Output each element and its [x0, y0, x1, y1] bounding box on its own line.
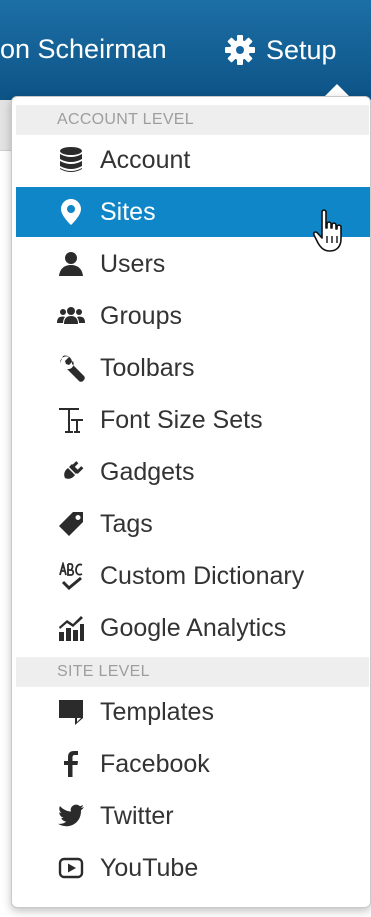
menu-item-toolbars[interactable]: Toolbars — [16, 343, 370, 393]
hand-cursor-icon — [312, 209, 342, 252]
map-marker-icon — [56, 197, 86, 227]
menu-item-label: Font Size Sets — [100, 405, 263, 434]
account-level-header: ACCOUNT LEVEL — [16, 105, 369, 135]
menu-item-custom-dictionary[interactable]: Custom Dictionary — [16, 551, 370, 601]
facebook-icon — [56, 749, 86, 779]
menu-item-label: Toolbars — [100, 353, 195, 382]
menu-item-label: Account — [100, 145, 191, 174]
twitter-icon — [56, 801, 86, 831]
user-name-link[interactable]: on Scheirman — [0, 32, 167, 66]
menu-item-gadgets[interactable]: Gadgets — [16, 447, 370, 497]
spellcheck-icon — [56, 561, 86, 591]
gear-icon — [225, 35, 255, 65]
menu-item-label: Google Analytics — [100, 613, 287, 642]
plug-icon — [56, 457, 86, 487]
tag-icon — [56, 509, 86, 539]
menu-item-font-size-sets[interactable]: Font Size Sets — [16, 395, 370, 445]
menu-item-templates[interactable]: Templates — [16, 687, 370, 737]
menu-item-label: Groups — [100, 301, 182, 330]
menu-item-account[interactable]: Account — [16, 135, 370, 185]
wrench-icon — [56, 353, 86, 383]
setup-button[interactable]: Setup — [224, 30, 337, 70]
menu-item-label: Users — [100, 249, 166, 278]
users-icon — [56, 301, 86, 331]
setup-label: Setup — [266, 34, 337, 65]
menu-item-label: Twitter — [100, 801, 174, 830]
site-level-header: SITE LEVEL — [16, 657, 369, 687]
analytics-icon — [56, 613, 86, 643]
menu-item-label: Facebook — [100, 749, 210, 778]
user-icon — [56, 249, 86, 279]
database-icon — [56, 145, 86, 175]
menu-item-groups[interactable]: Groups — [16, 291, 370, 341]
menu-item-label: YouTube — [100, 853, 199, 882]
top-navigation-bar: on Scheirman Setup — [0, 0, 371, 100]
menu-item-youtube[interactable]: YouTube — [16, 843, 370, 893]
menu-item-label: Gadgets — [100, 457, 195, 486]
menu-item-label: Sites — [100, 197, 156, 226]
menu-item-label: Tags — [100, 509, 153, 538]
templates-icon — [56, 697, 86, 727]
youtube-icon — [56, 853, 86, 883]
menu-item-tags[interactable]: Tags — [16, 499, 370, 549]
menu-item-facebook[interactable]: Facebook — [16, 739, 370, 789]
menu-item-label: Custom Dictionary — [100, 561, 305, 590]
menu-item-label: Templates — [100, 697, 214, 726]
text-height-icon — [56, 405, 86, 435]
menu-item-google-analytics[interactable]: Google Analytics — [16, 603, 370, 653]
menu-item-twitter[interactable]: Twitter — [16, 791, 370, 841]
